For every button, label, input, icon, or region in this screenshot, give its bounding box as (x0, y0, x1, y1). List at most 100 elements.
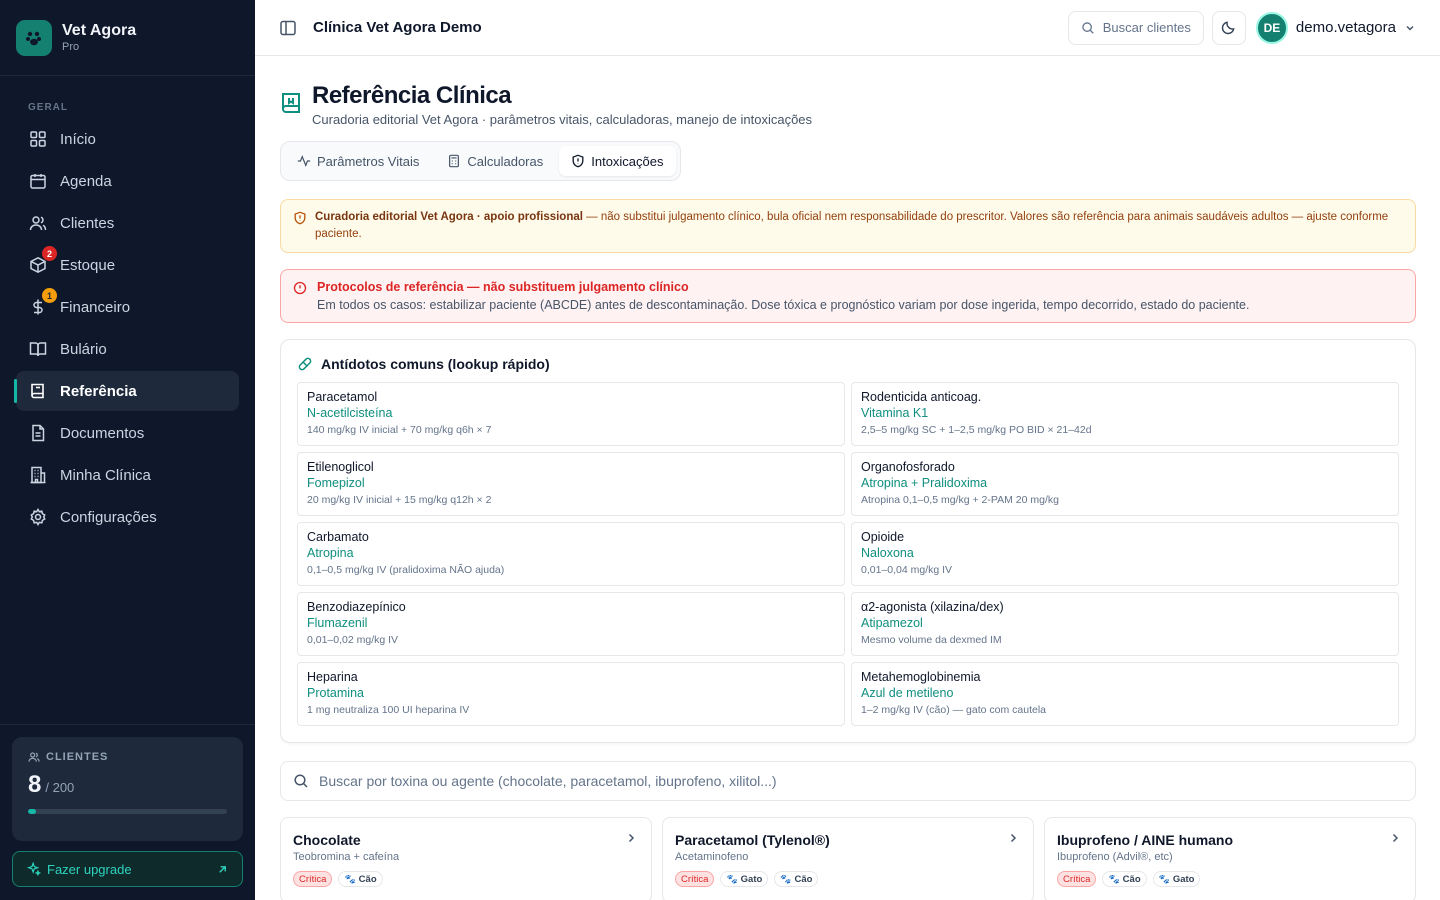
sidebar-item-financeiro[interactable]: 1 Financeiro (16, 287, 239, 327)
tab-calculadoras[interactable]: Calculadoras (435, 146, 555, 176)
sidebar-item-estoque[interactable]: 2 Estoque (16, 245, 239, 285)
shield-icon (572, 154, 584, 168)
paw-icon: 🐾 (344, 873, 356, 884)
users-icon (28, 752, 40, 762)
moon-icon (1222, 21, 1235, 35)
paw-icon: 🐾 (726, 873, 738, 884)
client-search-button[interactable]: Buscar clientes (1067, 10, 1204, 45)
antidote-dose: 20 mg/kg IV inicial + 15 mg/kg q12h × 2 (307, 494, 492, 506)
antidote-toxin: Benzodiazepínico (307, 600, 406, 614)
antidote-dose: 0,01–0,04 mg/kg IV (861, 564, 953, 576)
sidebar-item-label: Estoque (60, 256, 116, 274)
toxin-card-ibuprofeno[interactable]: Ibuprofeno / AINE humano Ibuprofeno (Adv… (1044, 817, 1416, 900)
toxin-card-chocolate[interactable]: Chocolate Teobromina + cafeína Crítica 🐾… (280, 817, 652, 900)
sparkles-icon (27, 862, 41, 876)
search-icon (294, 774, 308, 788)
antidote-dose: Atropina 0,1–0,5 mg/kg + 2-PAM 20 mg/kg (861, 494, 1059, 506)
antidote-dose: 0,1–0,5 mg/kg IV (pralidoxima NÃO ajuda) (307, 564, 505, 576)
theme-toggle-button[interactable] (1211, 10, 1246, 45)
page-subtitle: Curadoria editorial Vet Agora · parâmetr… (312, 112, 813, 127)
document-icon (28, 423, 48, 443)
clients-usage-card: CLIENTES 8 / 200 (12, 737, 243, 841)
antidote-dose: 1–2 mg/kg IV (cão) — gato com cautela (861, 704, 1047, 716)
toxin-name: Chocolate (293, 832, 361, 848)
sidebar-item-label: Configurações (60, 508, 157, 526)
antidotes-header: Antídotos comuns (lookup rápido) (297, 356, 1399, 372)
dollar-icon: 1 (28, 288, 57, 317)
antidote-toxin: Carbamato (307, 530, 369, 544)
clients-usage-label: CLIENTES (46, 751, 109, 763)
sidebar-item-bulario[interactable]: Bulário (16, 329, 239, 369)
sidebar-item-clientes[interactable]: Clientes (16, 203, 239, 243)
toxin-card-paracetamol[interactable]: Paracetamol (Tylenol®) Acetaminofeno Crí… (662, 817, 1034, 900)
avatar: DE (1255, 11, 1288, 44)
grid-icon (28, 129, 48, 149)
sidebar-item-minha-clinica[interactable]: Minha Clínica (16, 455, 239, 495)
antidotes-grid: Paracetamol N-acetilcisteína 140 mg/kg IV … (297, 382, 1399, 726)
sidebar-item-configuracoes[interactable]: Configurações (16, 497, 239, 537)
shield-alert-icon (294, 211, 306, 225)
finance-alert-badge: 1 (42, 288, 57, 303)
sidebar-item-agenda[interactable]: Agenda (16, 161, 239, 201)
antidote-name: N-acetilcisteína (307, 406, 393, 420)
disclaimer-bold: Curadoria editorial Vet Agora · apoio pr… (315, 211, 583, 223)
chevron-right-icon (1010, 833, 1017, 843)
sidebar-nav: Início Agenda Clientes 2 Estoque 1 Finan… (0, 119, 255, 537)
severity-badge: Crítica (1057, 871, 1097, 887)
building-icon (28, 465, 48, 485)
antidote-name: Atropina + Pralidoxima (861, 476, 988, 490)
antidote-item: Rodenticida anticoag. Vitamina K1 2,5–5 mg… (851, 382, 1399, 446)
toxin-agent: Ibuprofeno (Advil®, etc) (1057, 851, 1173, 863)
brand-name: Vet Agora (62, 21, 137, 39)
package-icon: 2 (28, 246, 57, 275)
paw-icon: 🐾 (1158, 873, 1170, 884)
antidotes-title: Antídotos comuns (lookup rápido) (321, 356, 550, 372)
sidebar-item-referencia[interactable]: Referência (14, 371, 239, 411)
calculator-icon (449, 154, 460, 168)
gear-icon (28, 507, 48, 527)
users-icon (28, 213, 48, 233)
sidebar-item-documentos[interactable]: Documentos (16, 413, 239, 453)
paw-icon: 🐾 (780, 873, 792, 884)
tab-parametros-vitais[interactable]: Parâmetros Vitais (285, 146, 431, 176)
sidebar-item-inicio[interactable]: Início (16, 119, 239, 159)
antidote-name: Vitamina K1 (861, 406, 929, 420)
antidote-toxin: α2-agonista (xilazina/dex) (861, 600, 1004, 614)
upgrade-button[interactable]: Fazer upgrade (12, 851, 243, 887)
sidebar-item-label: Agenda (60, 172, 112, 190)
antidote-toxin: Etilenoglicol (307, 460, 374, 474)
species-label: Cão (358, 873, 377, 885)
topbar: Clínica Vet Agora Demo Buscar clientes D… (255, 0, 1440, 56)
antidote-name: Atropina (307, 546, 354, 560)
brand[interactable]: Vet Agora Pro (0, 0, 255, 76)
antidote-name: Fomepizol (307, 476, 365, 490)
antidote-toxin: Metahemoglobinemia (861, 670, 981, 684)
antidote-toxin: Paracetamol (307, 390, 378, 404)
toxin-search-input[interactable] (319, 773, 1403, 789)
antidote-name: Flumazenil (307, 616, 368, 630)
clients-count: 8 (28, 771, 42, 798)
chevron-right-icon (628, 833, 635, 843)
antidote-name: Naloxona (861, 546, 914, 560)
species-badge: 🐾 Cão (338, 871, 383, 887)
nav-section-label: GERAL (28, 102, 68, 113)
chevron-right-icon (1392, 833, 1399, 843)
sidebar-footer: CLIENTES 8 / 200 Fazer upgrade (0, 724, 255, 900)
toxin-name: Ibuprofeno / AINE humano (1057, 832, 1234, 848)
search-icon (1082, 21, 1094, 34)
antidotes-card: Antídotos comuns (lookup rápido) Paracet… (280, 339, 1416, 743)
user-menu[interactable]: DE demo.vetagora (1255, 11, 1416, 44)
sidebar-item-label: Referência (60, 382, 137, 400)
sidebar-item-label: Financeiro (60, 298, 131, 316)
stock-alert-badge: 2 (42, 246, 57, 261)
tab-intoxicacoes[interactable]: Intoxicações (559, 146, 676, 176)
severity-badge: Crítica (293, 871, 333, 887)
toxin-cards: Chocolate Teobromina + cafeína Crítica 🐾… (280, 817, 1416, 900)
antidote-dose: 140 mg/kg IV inicial + 70 mg/kg q6h × 7 (307, 424, 492, 436)
alert-circle-icon (293, 281, 307, 295)
species-label: Cão (1122, 873, 1141, 885)
antidote-dose: 1 mg neutraliza 100 UI heparina IV (307, 704, 470, 716)
clients-usage-header: CLIENTES (28, 751, 227, 763)
antidote-dose: 0,01–0,02 mg/kg IV (307, 634, 399, 646)
sidebar-toggle-icon[interactable] (279, 19, 297, 37)
